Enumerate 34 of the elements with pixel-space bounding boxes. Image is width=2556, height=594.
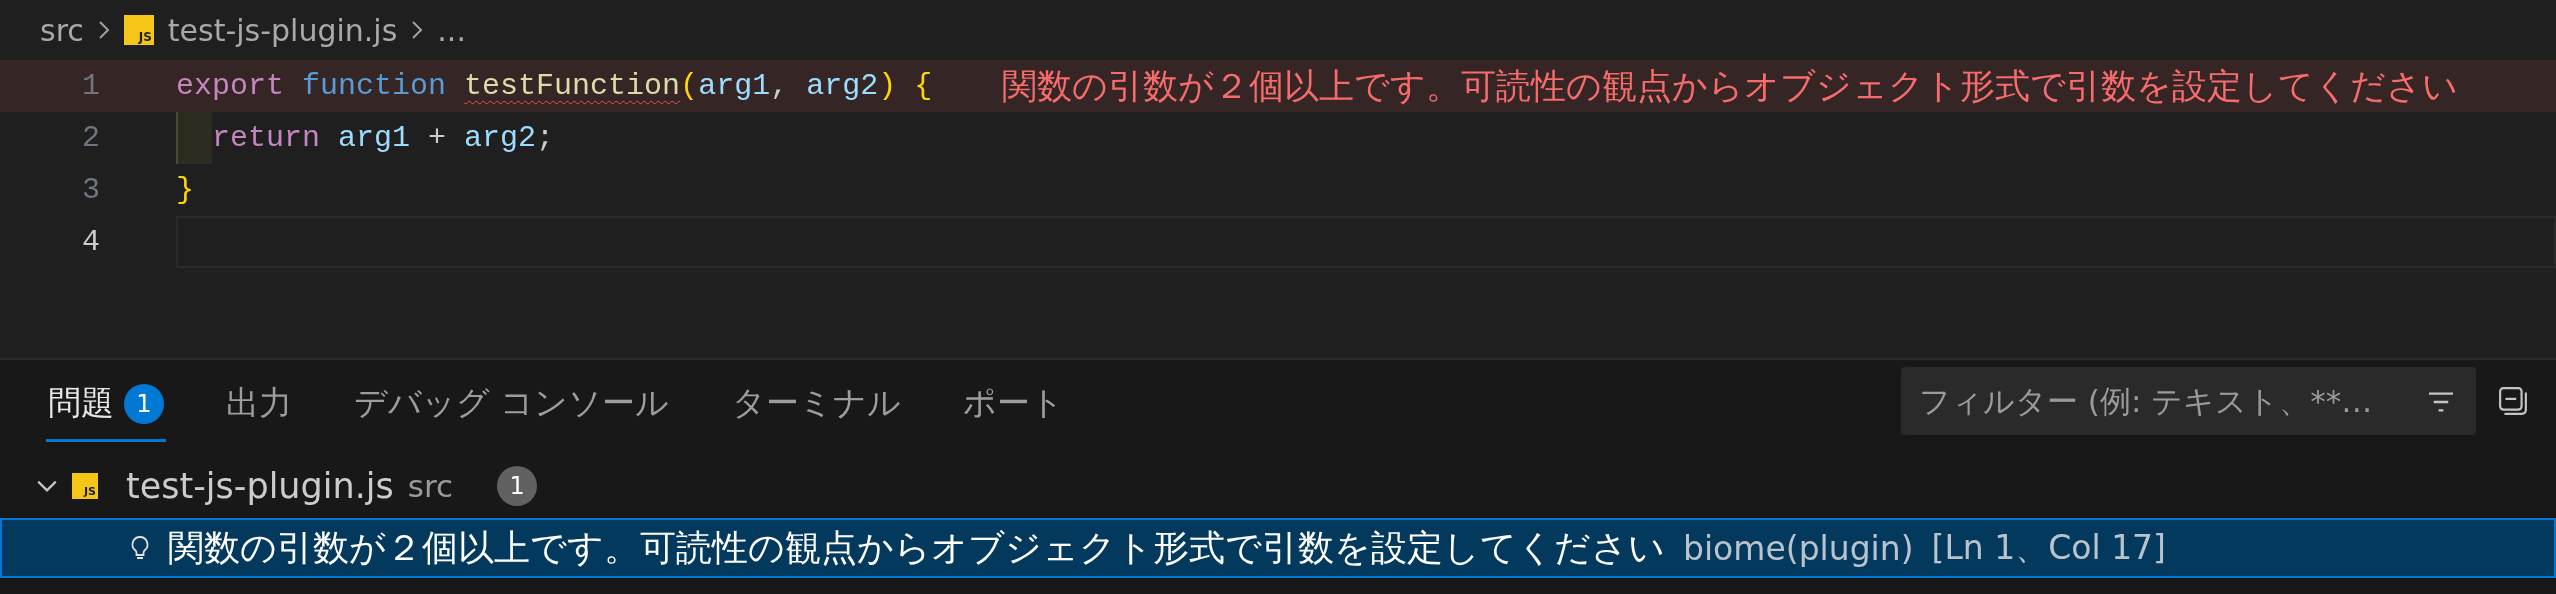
count-badge: 1 <box>497 466 538 506</box>
line-number: 4 <box>81 225 100 259</box>
panel-tab[interactable]: 出力 <box>224 360 294 442</box>
js-file-icon: JS <box>123 15 154 45</box>
chevron-right-icon <box>411 19 424 41</box>
filter-field[interactable]: フィルター (例: テキスト、**… <box>1901 367 2476 435</box>
line-number: 2 <box>81 121 100 155</box>
problem-source: biome(plugin) <box>1683 528 1914 568</box>
chevron-down-icon[interactable] <box>36 479 58 493</box>
folder-name: src <box>407 468 454 504</box>
filter-icon[interactable] <box>2426 390 2456 414</box>
file-name: test-js-plugin.js <box>126 466 394 506</box>
chevron-right-icon <box>97 19 110 41</box>
lightbulb-icon <box>130 534 150 562</box>
problem-message: 関数の引数が２個以上です。可読性の観点からオブジェクト形式で引数を設定してください <box>168 525 1665 570</box>
problem-location: [Ln 1、Col 17] <box>1931 526 2166 569</box>
panel-tab[interactable]: ターミナル <box>729 360 903 442</box>
breadcrumb-item[interactable]: src <box>40 12 84 48</box>
panel-tab[interactable]: ポート <box>960 360 1066 442</box>
line-number: 1 <box>81 69 100 103</box>
code-line: } <box>176 173 194 207</box>
breadcrumb-item[interactable]: ... <box>437 12 466 48</box>
line-number: 3 <box>81 173 100 207</box>
problem-row[interactable]: 関数の引数が２個以上です。可読性の観点からオブジェクト形式で引数を設定してください biome(plugin) [Ln 1、Col 17] <box>0 518 2556 578</box>
panel-tab[interactable]: 問題 1 <box>46 360 166 442</box>
panel-tab[interactable]: デバッグ コンソール <box>352 360 672 442</box>
code-line: export function testFunction(arg1, arg2) { <box>176 69 933 103</box>
count-badge: 1 <box>124 383 164 424</box>
breadcrumb-item[interactable]: test-js-plugin.js <box>167 12 398 48</box>
inline-error-message: 関数の引数が２個以上です。可読性の観点からオブジェクト形式で引数を設定してください <box>1002 64 2459 108</box>
code-line: return arg1 + arg2; <box>212 121 555 155</box>
js-file-icon: JS <box>72 473 98 499</box>
collapse-all-icon[interactable] <box>2498 386 2528 416</box>
problem-file-row[interactable]: JS test-js-plugin.js src 1 <box>0 460 2556 512</box>
